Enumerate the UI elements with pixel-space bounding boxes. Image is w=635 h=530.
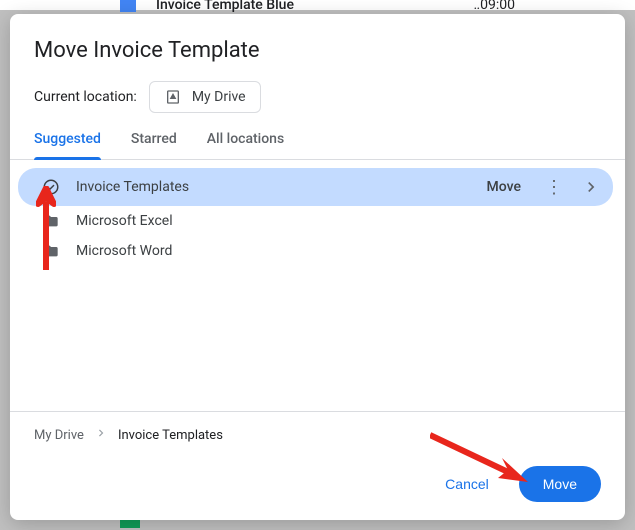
folder-icon xyxy=(42,213,60,229)
background-time: 09:00 xyxy=(480,0,515,13)
move-button[interactable]: Move xyxy=(519,466,601,502)
folder-icon xyxy=(42,243,60,259)
drive-icon xyxy=(164,89,182,105)
background-file-row: Invoice Template Blue ‥ 09:00 xyxy=(0,0,635,10)
tab-starred[interactable]: Starred xyxy=(131,131,177,159)
folder-row-invoice-templates[interactable]: Invoice Templates Move ⋮ xyxy=(18,168,613,206)
background-filename: Invoice Template Blue xyxy=(156,0,474,13)
dialog-header: Move Invoice Template Current location: … xyxy=(10,14,625,131)
breadcrumb-current[interactable]: Invoice Templates xyxy=(118,428,223,443)
footer-buttons: Cancel Move xyxy=(34,466,601,502)
current-location-name: My Drive xyxy=(192,89,246,105)
kebab-icon[interactable]: ⋮ xyxy=(545,178,563,196)
folder-name: Invoice Templates xyxy=(76,179,463,195)
tab-suggested[interactable]: Suggested xyxy=(34,131,101,159)
breadcrumb-root[interactable]: My Drive xyxy=(34,428,84,443)
current-location-chip[interactable]: My Drive xyxy=(149,81,261,113)
chevron-right-icon[interactable] xyxy=(579,175,603,199)
background-ellipsis: ‥ xyxy=(474,0,481,13)
folder-list: Invoice Templates Move ⋮ Microsoft Excel… xyxy=(10,160,625,411)
folder-name: Microsoft Word xyxy=(76,243,603,259)
folder-row-microsoft-word[interactable]: Microsoft Word xyxy=(10,236,625,266)
move-dialog: Move Invoice Template Current location: … xyxy=(10,14,625,520)
file-icon xyxy=(120,0,136,12)
current-location-label: Current location: xyxy=(34,89,137,105)
chevron-right-icon xyxy=(94,426,108,444)
folder-row-microsoft-excel[interactable]: Microsoft Excel xyxy=(10,206,625,236)
cancel-button[interactable]: Cancel xyxy=(425,466,509,502)
breadcrumb: My Drive Invoice Templates xyxy=(34,426,601,444)
row-move-action[interactable]: Move xyxy=(479,175,529,199)
dialog-title: Move Invoice Template xyxy=(34,38,601,63)
tab-all-locations[interactable]: All locations xyxy=(207,131,284,159)
tabs: Suggested Starred All locations xyxy=(10,131,625,160)
dialog-footer: My Drive Invoice Templates Cancel Move xyxy=(10,411,625,520)
check-circle-icon xyxy=(42,178,60,196)
current-location-row: Current location: My Drive xyxy=(34,81,601,113)
folder-name: Microsoft Excel xyxy=(76,213,603,229)
